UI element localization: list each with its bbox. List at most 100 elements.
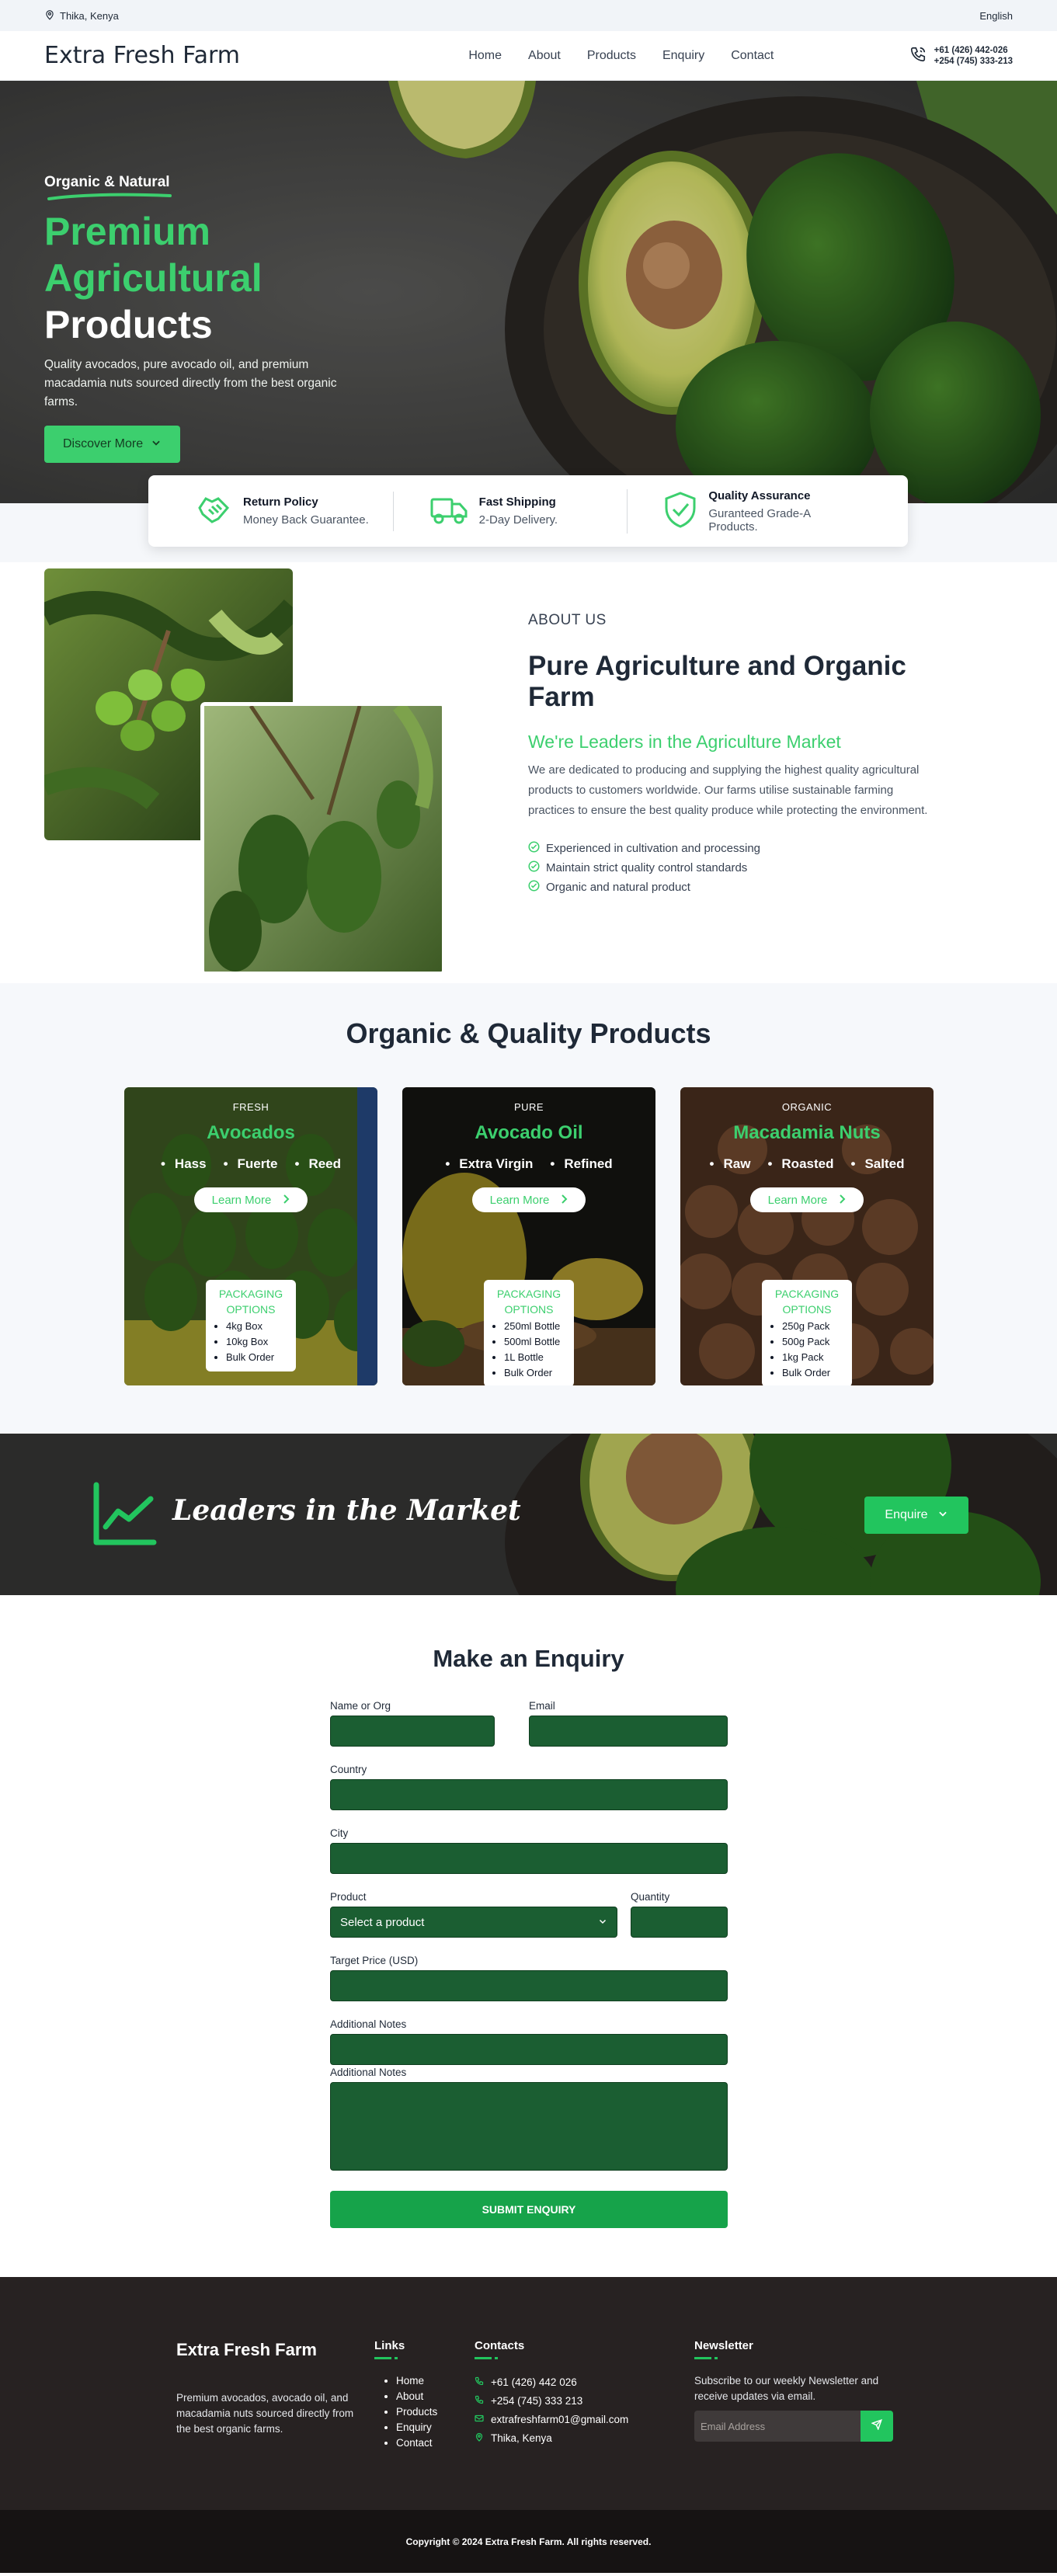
feature-quality-assurance: Quality Assurance Guranteed Grade-A Prod… — [627, 488, 861, 534]
country-label: Country — [330, 1764, 367, 1775]
product-types: Extra Virgin Refined — [402, 1156, 655, 1172]
name-field[interactable] — [330, 1716, 495, 1747]
header-phone-2[interactable]: +254 (745) 333-213 — [934, 56, 1013, 67]
header-phones: +61 (426) 442-026 +254 (745) 333-213 — [909, 45, 1013, 67]
about-text: ABOUT US Pure Agriculture and Organic Fa… — [528, 612, 940, 899]
product-type: Extra Virgin — [445, 1156, 533, 1172]
mail-icon — [475, 2411, 484, 2429]
footer-contact-phone-2[interactable]: +254 (745) 333 213 — [475, 2392, 628, 2411]
footer-link-enquiry[interactable]: Enquiry — [396, 2420, 437, 2435]
footer-description: Premium avocados, avocado oil, and macad… — [176, 2392, 354, 2435]
chevron-right-icon — [838, 1194, 846, 1207]
packaging-item: Bulk Order — [226, 1350, 288, 1365]
brand-logo[interactable]: Extra Fresh Farm — [44, 42, 240, 69]
language-selector[interactable]: English — [979, 10, 1013, 22]
nav-menu: Home About Products Enquiry Contact — [468, 49, 774, 63]
footer-contact-email[interactable]: extrafreshfarm01@gmail.com — [475, 2411, 628, 2429]
footer-link-about[interactable]: About — [396, 2389, 437, 2404]
leaders-banner: Leaders in the Market Enquire — [0, 1434, 1057, 1595]
packaging-item: 4kg Box — [226, 1319, 288, 1334]
product-card-avocados[interactable]: FRESH Avocados Hass Fuerte Reed Learn Mo… — [124, 1087, 377, 1385]
newsletter-submit-button[interactable] — [861, 2411, 893, 2442]
discover-more-label: Discover More — [63, 437, 144, 450]
footer-link-home[interactable]: Home — [396, 2373, 437, 2389]
nav-home[interactable]: Home — [468, 49, 502, 63]
about-title: Pure Agriculture and Organic Farm — [528, 651, 906, 712]
product-type: Hass — [161, 1156, 207, 1172]
footer-contacts-title: Contacts — [475, 2339, 525, 2352]
product-type: Fuerte — [224, 1156, 278, 1172]
about-point: Maintain strict quality control standard… — [528, 860, 940, 875]
learn-more-button[interactable]: Learn More — [194, 1187, 308, 1212]
location: Thika, Kenya — [44, 9, 119, 23]
map-pin-icon — [475, 2429, 484, 2448]
nav-contact[interactable]: Contact — [731, 49, 774, 63]
footer-contact-phone-1[interactable]: +61 (426) 442 026 — [475, 2373, 628, 2392]
packaging-item: Bulk Order — [504, 1365, 566, 1381]
location-text: Thika, Kenya — [60, 9, 119, 22]
product-select[interactable]: Select a product — [330, 1907, 617, 1938]
header-phone-1[interactable]: +61 (426) 442-026 — [934, 45, 1013, 56]
enquiry-section: Make an Enquiry Name or Org Email Countr… — [0, 1595, 1057, 2277]
product-types: Raw Roasted Salted — [680, 1156, 934, 1172]
email-label: Email — [529, 1700, 555, 1712]
quantity-label: Quantity — [631, 1891, 670, 1903]
about-subtitle: We're Leaders in the Agriculture Market — [528, 732, 841, 752]
newsletter-email-input[interactable]: Email Address — [694, 2411, 861, 2442]
about-overline: ABOUT US — [528, 612, 607, 628]
name-label: Name or Org — [330, 1700, 391, 1712]
map-pin-icon — [44, 9, 55, 23]
product-types: Hass Fuerte Reed — [124, 1156, 377, 1172]
nav-enquiry[interactable]: Enquiry — [662, 49, 704, 63]
target-price-field[interactable] — [330, 1970, 728, 2001]
city-field[interactable] — [330, 1843, 728, 1874]
title-underline — [374, 2357, 398, 2359]
feature-return-policy: Return Policy Money Back Guarantee. — [195, 491, 393, 532]
contact-text: +61 (426) 442 026 — [491, 2376, 577, 2388]
chevron-down-icon — [151, 437, 162, 452]
feature-subtitle: Money Back Guarantee. — [243, 513, 369, 527]
card-content: FRESH Avocados Hass Fuerte Reed Learn Mo… — [124, 1087, 377, 1385]
footer-contact-location: Thika, Kenya — [475, 2429, 628, 2448]
footer-link-products[interactable]: Products — [396, 2404, 437, 2420]
notes-textarea-label: Additional Notes — [330, 2067, 407, 2078]
learn-more-button[interactable]: Learn More — [472, 1187, 586, 1212]
notes-field[interactable] — [330, 2034, 728, 2065]
chevron-right-icon — [560, 1194, 568, 1207]
feature-subtitle: Guranteed Grade-A Products. — [708, 506, 811, 534]
quantity-field[interactable] — [631, 1907, 728, 1938]
about-point-text: Organic and natural product — [546, 881, 690, 894]
send-icon — [871, 2418, 883, 2434]
about-point: Organic and natural product — [528, 880, 940, 895]
nav-products[interactable]: Products — [587, 49, 636, 63]
hero-title-white: Products — [44, 303, 213, 346]
product-name: Avocado Oil — [475, 1122, 583, 1143]
about-description: We are dedicated to producing and supply… — [528, 763, 928, 817]
footer-link-contact[interactable]: Contact — [396, 2435, 437, 2451]
product-card-avocado-oil[interactable]: PURE Avocado Oil Extra Virgin Refined Le… — [402, 1087, 655, 1385]
nav-about[interactable]: About — [528, 49, 561, 63]
country-field[interactable] — [330, 1779, 728, 1810]
leaders-title: Leaders in the Market — [172, 1494, 521, 1527]
hero-description: Quality avocados, pure avocado oil, and … — [44, 358, 337, 408]
product-type: Roasted — [767, 1156, 833, 1172]
product-card-macadamia-nuts[interactable]: ORGANIC Macadamia Nuts Raw Roasted Salte… — [680, 1087, 934, 1385]
notes-textarea[interactable] — [330, 2082, 728, 2171]
hero-title-green: Premium Agricultural — [44, 210, 263, 300]
product-kind: PURE — [513, 1101, 544, 1113]
packaging-item: 500g Pack — [782, 1334, 844, 1350]
learn-more-button[interactable]: Learn More — [750, 1187, 864, 1212]
enquire-label: Enquire — [885, 1508, 928, 1521]
enquire-button[interactable]: Enquire — [864, 1497, 968, 1534]
chevron-down-icon — [937, 1508, 948, 1523]
submit-enquiry-button[interactable]: SUBMIT ENQUIRY — [330, 2191, 728, 2228]
products-section: Organic & Quality Products FRESH Avocado… — [0, 983, 1057, 1434]
about-points: Experienced in cultivation and processin… — [528, 841, 940, 895]
discover-more-button[interactable]: Discover More — [44, 426, 181, 463]
about-point: Experienced in cultivation and processin… — [528, 841, 940, 856]
notes-label: Additional Notes — [330, 2018, 407, 2030]
learn-more-label: Learn More — [489, 1193, 550, 1207]
hero-content: Organic & Natural Premium Agricultural P… — [44, 174, 370, 463]
email-field[interactable] — [529, 1716, 728, 1747]
footer: Extra Fresh Farm Premium avocados, avoca… — [0, 2277, 1057, 2510]
